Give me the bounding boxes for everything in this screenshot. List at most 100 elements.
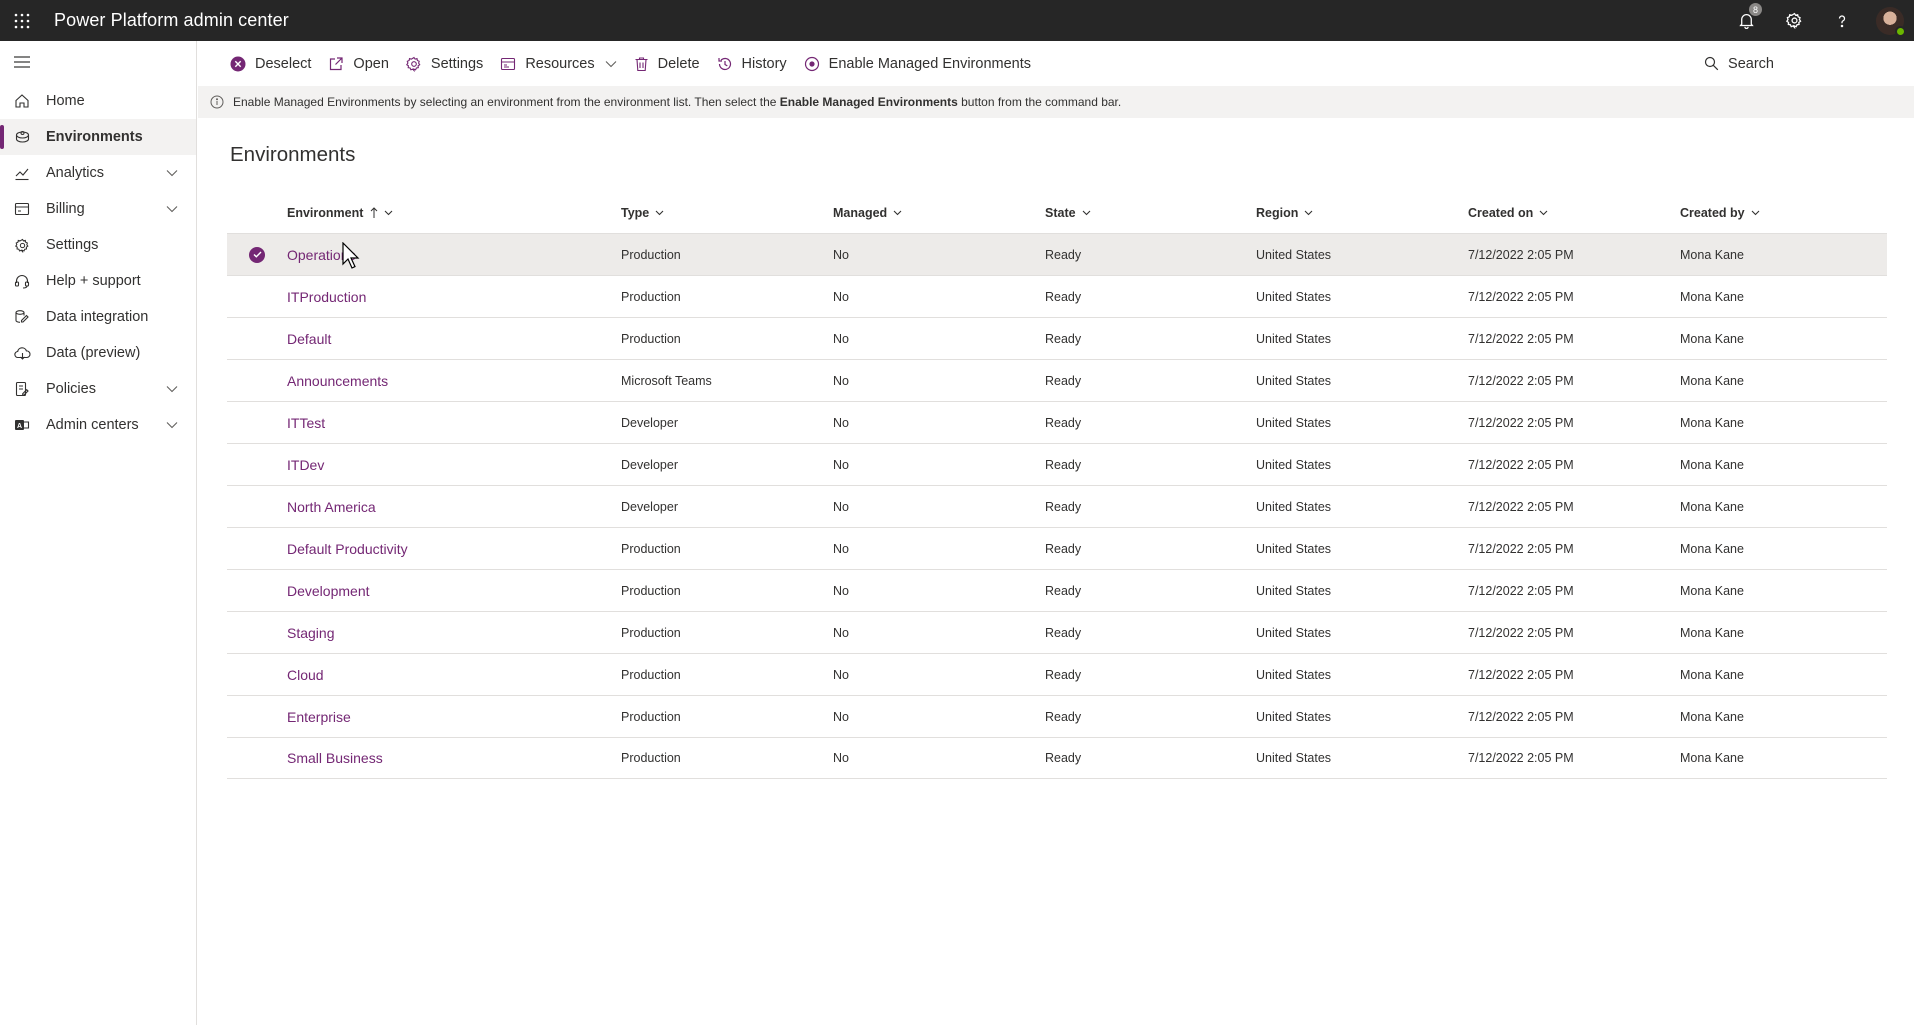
help-question-icon[interactable] xyxy=(1818,0,1866,41)
app-launcher-icon[interactable] xyxy=(0,0,44,41)
nav-item-help-support[interactable]: Help + support xyxy=(0,263,196,299)
environment-type: Production xyxy=(621,289,681,304)
nav-item-admin-centers[interactable]: A Admin centers xyxy=(0,407,196,443)
chevron-down-icon[interactable] xyxy=(166,169,178,177)
table-header-row: Environment Type Managed State Region Cr… xyxy=(227,192,1887,233)
table-row[interactable]: ITProduction Production No Ready United Stat… xyxy=(227,275,1887,317)
managed-value: No xyxy=(833,457,849,472)
sort-ascending-icon xyxy=(370,206,378,219)
table-row[interactable]: ITDev Developer No Ready United States 7/12/2… xyxy=(227,443,1887,485)
settings-gear-icon[interactable] xyxy=(1770,0,1818,41)
table-row[interactable]: ITTest Developer No Ready United States 7/12/… xyxy=(227,401,1887,443)
state-value: Ready xyxy=(1045,667,1082,682)
environment-name-link[interactable]: ITTest xyxy=(287,415,325,431)
table-body: Operations Production No Ready United States… xyxy=(227,233,1887,779)
resources-dropdown-button[interactable]: Resources xyxy=(500,48,617,80)
nav-item-data-preview[interactable]: Data (preview) xyxy=(0,335,196,371)
table-row[interactable]: North America Developer No Ready United Stat… xyxy=(227,485,1887,527)
environment-name-link[interactable]: Default Productivity xyxy=(287,541,408,557)
environment-name-link[interactable]: ITDev xyxy=(287,457,324,473)
nav-label: Environments xyxy=(46,129,143,145)
state-value: Ready xyxy=(1045,625,1082,640)
enable-managed-environments-button[interactable]: Enable Managed Environments xyxy=(804,48,1031,80)
region-value: United States xyxy=(1256,499,1332,514)
region-value: United States xyxy=(1256,667,1332,682)
app-title[interactable]: Power Platform admin center xyxy=(54,10,289,31)
environment-type: Production xyxy=(621,667,681,682)
history-icon xyxy=(717,56,733,72)
chevron-down-icon[interactable] xyxy=(166,205,178,213)
column-header-created-by[interactable]: Created by xyxy=(1680,206,1887,220)
column-header-state[interactable]: State xyxy=(1045,206,1256,220)
region-value: United States xyxy=(1256,373,1332,388)
environment-name-link[interactable]: Enterprise xyxy=(287,709,351,725)
nav-item-environments[interactable]: Environments xyxy=(0,119,196,155)
open-button[interactable]: Open xyxy=(328,48,389,80)
environment-name-link[interactable]: Development xyxy=(287,583,370,599)
dismiss-circle-icon xyxy=(230,56,246,72)
delete-label: Delete xyxy=(657,55,700,72)
table-row[interactable]: Operations Production No Ready United States… xyxy=(227,233,1887,275)
nav-label: Settings xyxy=(46,237,99,253)
nav-label: Policies xyxy=(46,381,96,397)
column-header-type[interactable]: Type xyxy=(621,206,833,220)
environment-name-link[interactable]: North America xyxy=(287,499,376,515)
notification-count-badge: 8 xyxy=(1749,3,1762,16)
nav-label: Help + support xyxy=(46,273,141,289)
state-value: Ready xyxy=(1045,457,1082,472)
column-header-managed[interactable]: Managed xyxy=(833,206,1045,220)
environment-name-link[interactable]: Cloud xyxy=(287,667,324,683)
settings-button[interactable]: Settings xyxy=(405,48,483,80)
table-row[interactable]: Staging Production No Ready United States 7/1… xyxy=(227,611,1887,653)
gear-icon xyxy=(405,56,422,72)
table-row[interactable]: Development Production No Ready United State… xyxy=(227,569,1887,611)
table-row[interactable]: Default Productivity Production No Ready Uni… xyxy=(227,527,1887,569)
environment-name-link[interactable]: Staging xyxy=(287,625,334,641)
nav-item-settings[interactable]: Settings xyxy=(0,227,196,263)
column-header-region[interactable]: Region xyxy=(1256,206,1468,220)
table-row[interactable]: Announcements Microsoft Teams No Ready Unite… xyxy=(227,359,1887,401)
presence-status-icon xyxy=(1895,25,1906,37)
nav-item-home[interactable]: Home xyxy=(0,83,196,119)
region-value: United States xyxy=(1256,247,1332,262)
column-header-environment[interactable]: Environment xyxy=(287,206,621,220)
nav-item-data-integration[interactable]: Data integration xyxy=(0,299,196,335)
chevron-down-icon xyxy=(1082,210,1091,216)
chevron-down-icon[interactable] xyxy=(166,385,178,393)
avatar xyxy=(1876,6,1906,37)
chevron-down-icon[interactable] xyxy=(166,421,178,429)
environment-name-link[interactable]: ITProduction xyxy=(287,289,366,305)
hamburger-menu-icon[interactable] xyxy=(0,41,196,83)
history-button[interactable]: History xyxy=(717,48,787,80)
table-row[interactable]: Enterprise Production No Ready United States… xyxy=(227,695,1887,737)
gear-icon xyxy=(11,238,33,253)
admin-centers-icon: A xyxy=(11,417,33,433)
environment-name-link[interactable]: Announcements xyxy=(287,373,388,389)
region-value: United States xyxy=(1256,457,1332,472)
resources-icon xyxy=(500,56,516,72)
user-profile-button[interactable] xyxy=(1866,0,1914,41)
row-select-checkbox[interactable] xyxy=(227,246,287,263)
headset-icon xyxy=(11,273,33,289)
column-header-created-on[interactable]: Created on xyxy=(1468,206,1680,220)
nav-label: Data integration xyxy=(46,309,149,325)
deselect-button[interactable]: Deselect xyxy=(230,48,311,80)
environment-name-link[interactable]: Small Business xyxy=(287,750,383,766)
nav-item-policies[interactable]: Policies xyxy=(0,371,196,407)
table-row[interactable]: Small Business Production No Ready United St… xyxy=(227,737,1887,779)
created-on-value: 7/12/2022 2:05 PM xyxy=(1468,331,1574,346)
state-value: Ready xyxy=(1045,751,1082,765)
data-integration-icon xyxy=(11,309,33,325)
environment-type: Production xyxy=(621,751,681,765)
search-button[interactable]: Search xyxy=(1704,41,1774,86)
managed-value: No xyxy=(833,541,849,556)
nav-item-billing[interactable]: Billing xyxy=(0,191,196,227)
nav-item-analytics[interactable]: Analytics xyxy=(0,155,196,191)
state-value: Ready xyxy=(1045,583,1082,598)
delete-button[interactable]: Delete xyxy=(634,48,700,80)
table-row[interactable]: Default Production No Ready United States 7/1… xyxy=(227,317,1887,359)
environment-name-link[interactable]: Default xyxy=(287,331,331,347)
notifications-bell-icon[interactable]: 8 xyxy=(1722,0,1770,41)
chevron-down-icon xyxy=(655,210,664,216)
table-row[interactable]: Cloud Production No Ready United States 7/12/… xyxy=(227,653,1887,695)
